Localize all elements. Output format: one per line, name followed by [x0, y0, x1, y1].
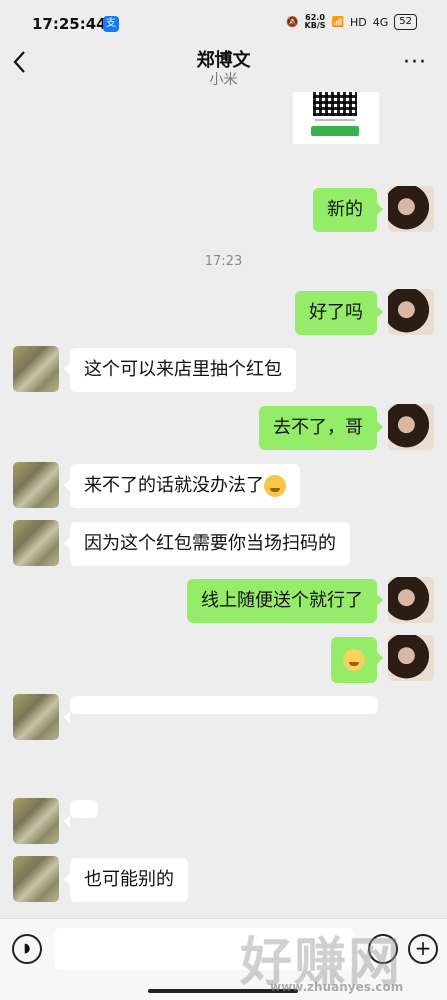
- wifi-icon: 📶: [331, 16, 344, 28]
- contact-avatar[interactable]: [13, 346, 59, 392]
- message-bubble[interactable]: 新的: [313, 188, 383, 232]
- message-list[interactable]: 新的 17:23 好了吗 这个可以来店里抽个红包 去不了，哥 来不了的话就没办法…: [0, 92, 447, 918]
- message-timestamp: 17:23: [204, 254, 243, 269]
- mute-icon: 🔕: [286, 16, 299, 28]
- plus-icon[interactable]: +: [408, 934, 438, 964]
- status-icons: 🔕 62.0 KB/S 📶 HD 4G 52: [286, 14, 417, 30]
- my-avatar[interactable]: [388, 577, 434, 623]
- message-bubble[interactable]: 这个可以来店里抽个红包: [64, 348, 296, 392]
- my-avatar[interactable]: [388, 186, 434, 232]
- sad-emoji-icon: [343, 649, 365, 671]
- message-bubble[interactable]: 好了吗: [295, 291, 383, 335]
- message-bubble[interactable]: 也可能别的: [64, 858, 188, 902]
- contact-avatar[interactable]: [13, 856, 59, 902]
- status-time: 17:25:44: [32, 15, 107, 33]
- contact-remark: 小米: [209, 72, 238, 88]
- my-avatar[interactable]: [388, 289, 434, 335]
- hd-badge: HD: [349, 15, 367, 29]
- contact-avatar[interactable]: [13, 798, 59, 844]
- chat-header: 郑博文 小米 ···: [0, 42, 447, 92]
- signal-4g-icon: 4G: [372, 15, 389, 29]
- input-toolbar: ◗ +: [0, 918, 447, 1000]
- card-caption: [315, 119, 355, 121]
- message-bubble[interactable]: [64, 696, 378, 723]
- laugh-cry-emoji-icon: [264, 475, 286, 497]
- network-speed: 62.0 KB/S: [304, 13, 326, 30]
- message-bubble[interactable]: 线上随便送个就行了: [187, 579, 383, 623]
- battery-icon: 52: [394, 14, 417, 30]
- card-action-button: [311, 126, 359, 136]
- contact-avatar[interactable]: [13, 694, 59, 740]
- message-bubble[interactable]: 因为这个红包需要你当场扫码的: [64, 522, 350, 566]
- contact-avatar[interactable]: [13, 462, 59, 508]
- message-input[interactable]: [54, 928, 354, 970]
- shared-qr-card[interactable]: [293, 92, 379, 144]
- more-options-icon[interactable]: ···: [403, 50, 427, 75]
- message-text: 来不了的话就没办法了: [84, 475, 264, 496]
- message-bubble[interactable]: 去不了，哥: [259, 406, 383, 450]
- my-avatar[interactable]: [388, 635, 434, 681]
- emoji-icon[interactable]: [368, 934, 398, 964]
- message-bubble[interactable]: [64, 800, 98, 827]
- message-bubble[interactable]: 来不了的话就没办法了: [64, 464, 300, 508]
- qr-code-image: [313, 92, 357, 116]
- my-avatar[interactable]: [388, 404, 434, 450]
- message-bubble[interactable]: [331, 637, 383, 683]
- alipay-notification-icon: 支: [103, 16, 119, 32]
- voice-input-icon[interactable]: ◗: [12, 934, 42, 964]
- contact-avatar[interactable]: [13, 520, 59, 566]
- home-indicator: [148, 989, 298, 993]
- status-bar: 17:25:44 支 🔕 62.0 KB/S 📶 HD 4G 52: [0, 0, 447, 42]
